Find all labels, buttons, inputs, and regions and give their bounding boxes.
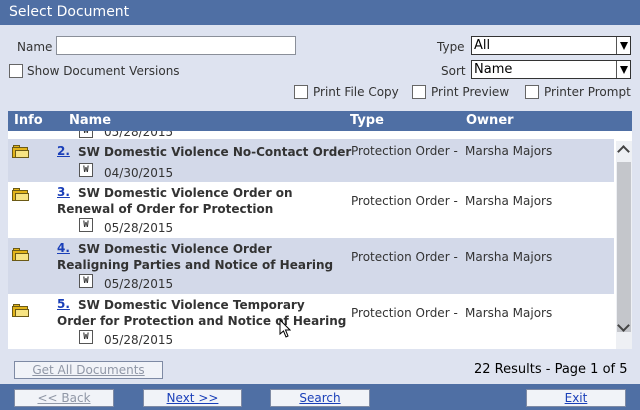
- grid-header: Info Name Type Owner: [8, 111, 632, 131]
- get-all-documents-button[interactable]: Get All Documents: [14, 361, 163, 379]
- print-preview-label: Print Preview: [431, 85, 510, 99]
- document-owner: Marsha Majors: [465, 306, 553, 320]
- table-row[interactable]: 5. SW Domestic Violence Temporary Order …: [8, 294, 614, 349]
- show-versions-label: Show Document Versions: [27, 64, 180, 78]
- document-type: Protection Order - N: [351, 250, 461, 264]
- results-summary: 22 Results - Page 1 of 5: [474, 362, 628, 377]
- sort-select[interactable]: Name: [471, 60, 631, 79]
- word-document-icon[interactable]: W: [79, 274, 93, 288]
- footer-bar: << Back Next >> Search Exit: [0, 384, 640, 410]
- chevron-up-icon[interactable]: [616, 143, 632, 159]
- vertical-scrollbar[interactable]: [616, 141, 632, 349]
- document-date: 05/28/2015: [104, 333, 174, 347]
- document-type: Protection Order - N: [351, 306, 461, 320]
- document-number-link[interactable]: 2.: [57, 144, 70, 158]
- scrollbar-thumb[interactable]: [617, 162, 631, 332]
- document-date: 05/28/2015: [104, 221, 174, 235]
- chevron-down-icon[interactable]: [616, 37, 630, 54]
- sort-label: Sort: [441, 64, 466, 78]
- mouse-cursor-icon: [279, 319, 291, 338]
- word-document-icon[interactable]: W: [79, 163, 93, 177]
- search-button[interactable]: Search: [270, 389, 370, 407]
- name-input[interactable]: [56, 36, 296, 55]
- document-owner: Marsha Majors: [465, 250, 553, 264]
- chevron-down-icon[interactable]: [616, 321, 632, 337]
- window-title: Select Document: [0, 0, 640, 25]
- print-file-copy-label: Print File Copy: [313, 85, 399, 99]
- document-title: SW Domestic Violence Temporary Order for…: [57, 298, 347, 328]
- document-owner: Marsha Majors: [465, 144, 553, 158]
- folder-icon[interactable]: [12, 145, 30, 159]
- type-select[interactable]: All: [471, 36, 631, 55]
- print-preview-checkbox[interactable]: [412, 85, 426, 99]
- exit-button[interactable]: Exit: [526, 389, 626, 407]
- folder-icon[interactable]: [12, 304, 30, 318]
- document-type: Protection Order - N: [351, 194, 461, 208]
- folder-icon[interactable]: [12, 248, 30, 262]
- chevron-down-icon[interactable]: [616, 61, 630, 78]
- document-date: 05/28/2015: [104, 277, 174, 291]
- table-row[interactable]: 2. SW Domestic Violence No-Contact Order…: [8, 139, 614, 182]
- type-label: Type: [437, 40, 465, 54]
- back-button[interactable]: << Back: [14, 389, 114, 407]
- table-row[interactable]: 4. SW Domestic Violence Order Realigning…: [8, 238, 614, 294]
- table-row[interactable]: 3. SW Domestic Violence Order on Renewal…: [8, 182, 614, 238]
- next-button[interactable]: Next >>: [143, 389, 242, 407]
- column-name[interactable]: Name: [69, 113, 111, 128]
- column-owner[interactable]: Owner: [466, 113, 514, 128]
- column-info[interactable]: Info: [14, 113, 43, 128]
- document-date: 05/28/2015: [104, 131, 174, 139]
- document-title: SW Domestic Violence No-Contact Order: [78, 145, 352, 159]
- show-versions-checkbox[interactable]: [9, 64, 23, 78]
- folder-icon[interactable]: [12, 188, 30, 202]
- printer-prompt-checkbox[interactable]: [525, 85, 539, 99]
- type-select-value: All: [474, 38, 491, 53]
- word-document-icon: W: [79, 131, 93, 138]
- document-grid: W 05/28/2015 2. SW Domestic Violence No-…: [8, 131, 632, 349]
- document-type: Protection Order - N: [351, 144, 461, 158]
- print-file-copy-checkbox[interactable]: [294, 85, 308, 99]
- sort-select-value: Name: [474, 62, 513, 77]
- document-date: 04/30/2015: [104, 166, 174, 180]
- document-title: SW Domestic Violence Order on Renewal of…: [57, 186, 293, 216]
- document-title: SW Domestic Violence Order Realigning Pa…: [57, 242, 334, 272]
- word-document-icon[interactable]: W: [79, 330, 93, 344]
- table-row[interactable]: W 05/28/2015: [8, 131, 614, 139]
- printer-prompt-label: Printer Prompt: [544, 85, 631, 99]
- column-type[interactable]: Type: [350, 113, 384, 128]
- word-document-icon[interactable]: W: [79, 218, 93, 232]
- name-label: Name: [17, 40, 53, 54]
- document-owner: Marsha Majors: [465, 194, 553, 208]
